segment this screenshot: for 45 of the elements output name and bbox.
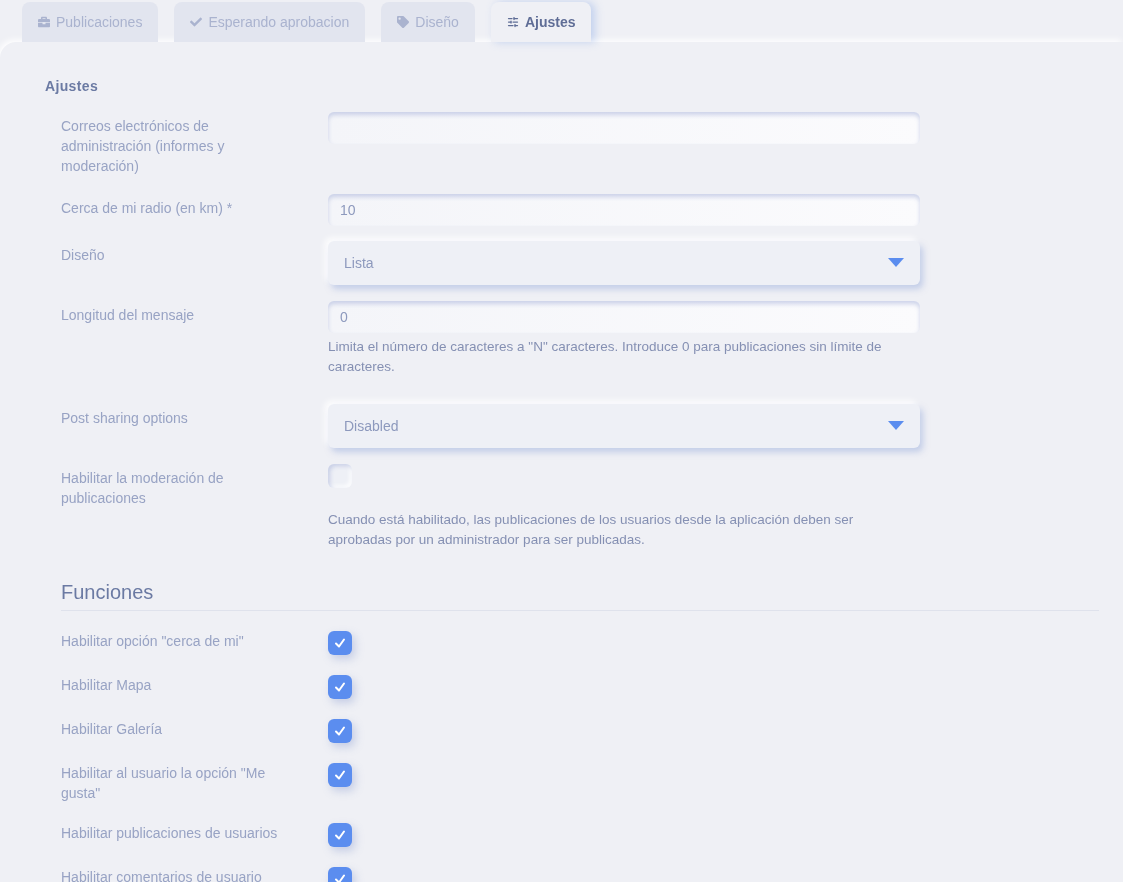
feature-label: Habilitar Galería bbox=[61, 720, 164, 739]
setting-label: Correos electrónicos de administración (informes y moderación) bbox=[61, 117, 226, 176]
section-title: Ajustes bbox=[45, 77, 100, 96]
section-heading: Funciones bbox=[61, 580, 155, 605]
help-text: Cuando está habilitado, las publicaciones de los usuarios desde la aplicación deben ser aprobadas por un administrador para ser publicadas. bbox=[328, 511, 855, 549]
check-icon bbox=[190, 16, 203, 28]
tab[interactable]: Diseño bbox=[381, 2, 475, 42]
setting-label: Habilitar la moderación de publicaciones bbox=[61, 469, 225, 508]
feature-label: Habilitar comentarios de usuario bbox=[61, 868, 263, 882]
feature-label: Habilitar publicaciones de usuarios bbox=[61, 824, 279, 843]
checkmark-icon bbox=[334, 873, 346, 882]
setting-label: Cerca de mi radio (en km) * bbox=[61, 199, 234, 218]
checkbox[interactable] bbox=[328, 675, 352, 699]
checkmark-icon bbox=[334, 681, 346, 693]
text-field[interactable]: 0 bbox=[328, 301, 920, 333]
dropdown-value: Lista bbox=[344, 254, 374, 273]
checkmark-icon bbox=[334, 769, 346, 781]
tag-icon bbox=[397, 16, 410, 28]
dropdown[interactable]: Disabled bbox=[328, 404, 920, 448]
feature-label: Habilitar al usuario la opción "Me gusta" bbox=[61, 764, 267, 803]
checkbox[interactable] bbox=[328, 631, 352, 655]
text-field[interactable] bbox=[328, 112, 920, 144]
dropdown[interactable]: Lista bbox=[328, 241, 920, 285]
checkbox[interactable] bbox=[328, 464, 352, 488]
setting-label: Diseño bbox=[61, 246, 106, 265]
checkbox[interactable] bbox=[328, 763, 352, 787]
dropdown-value: Disabled bbox=[344, 417, 399, 436]
text-field[interactable]: 10 bbox=[328, 194, 920, 226]
feature-label: Habilitar Mapa bbox=[61, 676, 153, 695]
sliders-icon bbox=[506, 16, 519, 28]
caret-icon bbox=[888, 258, 904, 268]
tab[interactable]: Esperando aprobacion bbox=[174, 2, 366, 42]
help-text: Limita el número de caracteres a "N" caracteres. Introduce 0 para publicaciones sin límite de caracteres. bbox=[328, 338, 883, 376]
tab[interactable]: Publicaciones bbox=[22, 2, 159, 42]
setting-label: Post sharing options bbox=[61, 409, 189, 428]
briefcase-icon bbox=[38, 16, 50, 28]
checkbox[interactable] bbox=[328, 719, 352, 743]
checkmark-icon bbox=[334, 637, 346, 649]
feature-label: Habilitar opción "cerca de mi" bbox=[61, 632, 245, 651]
setting-label: Longitud del mensaje bbox=[61, 306, 196, 325]
checkbox[interactable] bbox=[328, 823, 352, 847]
checkmark-icon bbox=[334, 829, 346, 841]
checkmark-icon bbox=[334, 725, 346, 737]
tab[interactable]: Ajustes bbox=[490, 2, 592, 42]
caret-icon bbox=[888, 421, 904, 431]
